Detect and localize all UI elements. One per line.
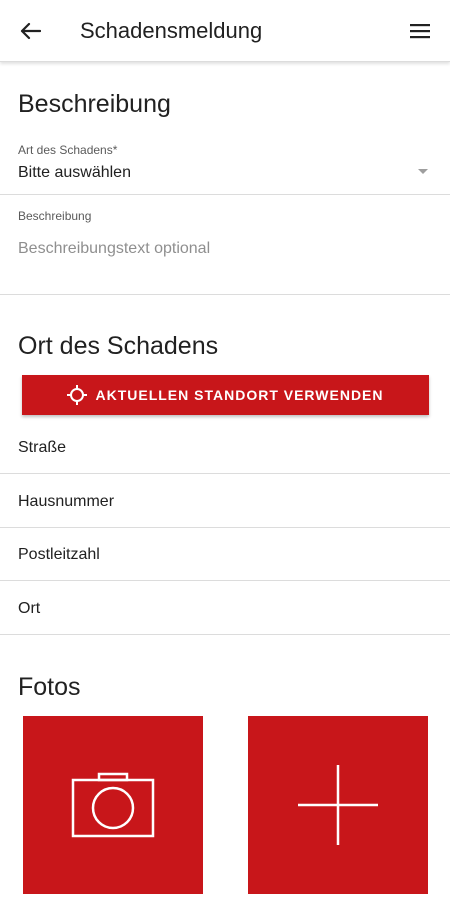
- beschreibung-placeholder: Beschreibungstext optional: [18, 240, 211, 257]
- app-bar: Schadensmeldung: [0, 0, 450, 62]
- divider: [0, 194, 450, 195]
- arrow-left-icon[interactable]: [14, 15, 46, 47]
- take-photo-button[interactable]: [23, 716, 203, 894]
- art-des-schadens-dropdown[interactable]: Art des Schadens* Bitte auswählen: [0, 138, 450, 194]
- section-heading-beschreibung: Beschreibung: [18, 90, 171, 118]
- add-photo-button[interactable]: [248, 716, 428, 894]
- hamburger-menu-icon[interactable]: [404, 16, 436, 46]
- divider: [0, 473, 450, 474]
- divider: [0, 634, 450, 635]
- postleitzahl-field[interactable]: Postleitzahl: [18, 546, 100, 564]
- divider: [0, 294, 450, 295]
- plus-icon: [298, 765, 378, 845]
- divider: [0, 527, 450, 528]
- art-des-schadens-label: Art des Schadens*: [18, 143, 118, 157]
- crosshair-location-icon: [67, 385, 88, 405]
- use-current-location-button[interactable]: AKTUELLEN STANDORT VERWENDEN: [22, 375, 429, 415]
- beschreibung-label: Beschreibung: [18, 209, 92, 223]
- strasse-field[interactable]: Straße: [18, 439, 66, 457]
- section-heading-ort: Ort des Schadens: [18, 332, 219, 360]
- camera-icon: [71, 772, 155, 838]
- dropdown-arrow-icon: [418, 169, 428, 174]
- hausnummer-field[interactable]: Hausnummer: [18, 493, 114, 511]
- use-current-location-label: AKTUELLEN STANDORT VERWENDEN: [95, 387, 384, 403]
- art-des-schadens-value: Bitte auswählen: [18, 164, 131, 181]
- ort-field[interactable]: Ort: [18, 600, 40, 618]
- section-heading-fotos: Fotos: [18, 673, 81, 701]
- beschreibung-field[interactable]: Beschreibung Beschreibungstext optional: [0, 200, 450, 292]
- divider: [0, 580, 450, 581]
- page-title: Schadensmeldung: [80, 18, 263, 43]
